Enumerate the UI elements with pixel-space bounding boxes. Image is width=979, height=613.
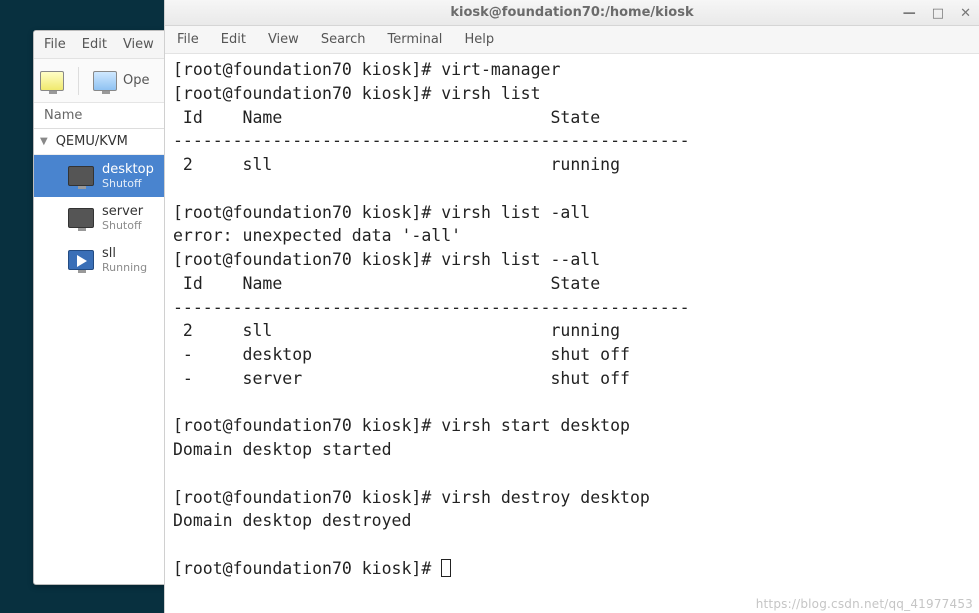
vm-monitor-play-icon	[68, 250, 94, 270]
vm-name-label: sll	[102, 246, 147, 262]
column-name-label: Name	[44, 108, 82, 123]
terminal-window: kiosk@foundation70:/home/kiosk — □ ✕ Fil…	[164, 0, 979, 613]
terminal-cursor	[441, 559, 451, 577]
watermark-text: https://blog.csdn.net/qq_41977453	[756, 597, 973, 611]
chevron-down-icon: ▼	[40, 136, 48, 147]
terminal-titlebar[interactable]: kiosk@foundation70:/home/kiosk — □ ✕	[165, 0, 979, 26]
term-menu-edit[interactable]: Edit	[221, 32, 246, 47]
vm-group-label: QEMU/KVM	[56, 134, 128, 149]
terminal-menubar: File Edit View Search Terminal Help	[165, 26, 979, 54]
toolbar-separator	[78, 67, 79, 95]
term-menu-terminal[interactable]: Terminal	[387, 32, 442, 47]
terminal-output[interactable]: [root@foundation70 kiosk]# virt-manager …	[165, 54, 979, 587]
new-vm-button[interactable]	[40, 71, 64, 91]
maximize-button[interactable]: □	[932, 6, 944, 21]
vm-menu-edit[interactable]: Edit	[82, 37, 107, 52]
term-menu-help[interactable]: Help	[464, 32, 494, 47]
vm-state-label: Running	[102, 261, 147, 274]
term-menu-file[interactable]: File	[177, 32, 199, 47]
open-vm-button[interactable]: Ope	[93, 71, 149, 91]
window-controls: — □ ✕	[903, 0, 971, 26]
minimize-button[interactable]: —	[903, 6, 916, 21]
monitor-icon	[40, 71, 64, 91]
vm-monitor-icon	[68, 208, 94, 228]
vm-name-label: server	[102, 204, 143, 220]
term-menu-search[interactable]: Search	[321, 32, 366, 47]
term-menu-view[interactable]: View	[268, 32, 299, 47]
monitor-icon	[93, 71, 117, 91]
vm-menu-view[interactable]: View	[123, 37, 154, 52]
vm-menu-file[interactable]: File	[44, 37, 66, 52]
vm-state-label: Shutoff	[102, 177, 154, 190]
vm-monitor-icon	[68, 166, 94, 186]
close-button[interactable]: ✕	[960, 6, 971, 21]
vm-state-label: Shutoff	[102, 219, 143, 232]
open-button-label: Ope	[123, 73, 149, 88]
vm-name-label: desktop	[102, 162, 154, 178]
terminal-title: kiosk@foundation70:/home/kiosk	[450, 5, 693, 20]
